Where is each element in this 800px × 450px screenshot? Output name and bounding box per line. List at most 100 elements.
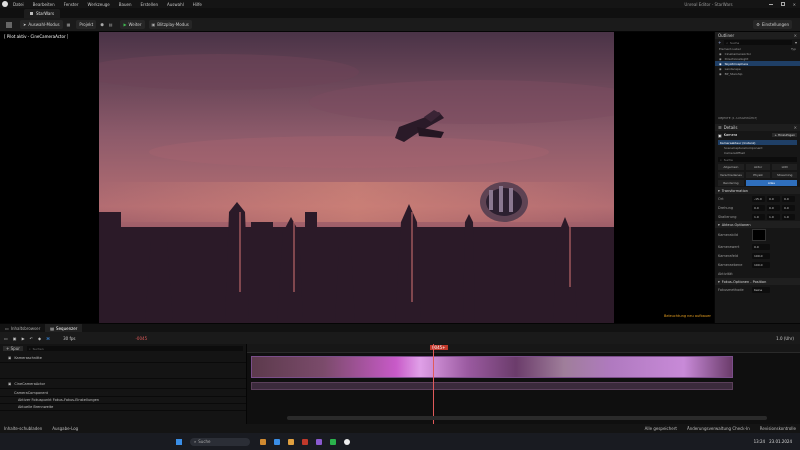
source-control-checkin[interactable]: Änderungsverwaltung Check-In [687, 426, 750, 431]
visibility-icon[interactable]: ◉ [719, 67, 722, 71]
actor-name-field[interactable]: Kamera [724, 133, 773, 137]
level-tab[interactable]: StarWars [24, 8, 61, 18]
menu-item-window[interactable]: Fenster [64, 2, 79, 7]
filter-lod[interactable]: LOD [772, 164, 797, 170]
menu-item-edit[interactable]: Bearbeiten [33, 2, 55, 7]
transform-y[interactable]: 0.0 [767, 195, 780, 202]
filter-physics[interactable]: Physik [745, 172, 771, 178]
visibility-icon[interactable]: ◉ [719, 52, 722, 56]
transform-x[interactable]: 1.0 [752, 213, 765, 220]
outliner-search-input[interactable]: ⌕ Suche [724, 40, 792, 45]
transform-y[interactable]: 0.0 [767, 204, 780, 211]
focus-section-header[interactable]: ▾ Fokus-Optionen - Position [715, 278, 800, 285]
visibility-icon[interactable]: ◉ [719, 72, 722, 76]
outliner-row[interactable]: ◉ BP_Starship [715, 71, 800, 76]
content-drawer-button[interactable]: Inhalte-schubladen [4, 426, 42, 431]
filter-rendering[interactable]: Rendering [718, 180, 744, 186]
prop-value[interactable]: 100.0 [752, 252, 770, 259]
track-row[interactable]: CameraComponent [0, 389, 246, 397]
details-search-input[interactable]: ⌕ Suche [718, 157, 797, 162]
close-icon[interactable]: ✕ [793, 2, 796, 7]
maximize-icon[interactable] [780, 2, 785, 6]
cinematics-icon[interactable]: ▤ [109, 22, 113, 27]
transform-x[interactable]: -15.0 [752, 195, 765, 202]
clock-time[interactable]: 13:24 [754, 439, 766, 444]
prop-value[interactable]: 0.0 [752, 243, 770, 250]
transform-z[interactable]: 0.0 [782, 195, 795, 202]
filter-actor[interactable]: Aktor [745, 164, 771, 170]
transform-z[interactable]: 1.0 [782, 213, 795, 220]
menu-item-create[interactable]: Erstellen [140, 2, 158, 7]
app-icon[interactable] [274, 438, 280, 445]
app-icon[interactable] [302, 438, 308, 445]
content-icon[interactable]: ▦ [67, 22, 71, 27]
outliner-col-type[interactable]: Typ [791, 47, 796, 51]
fps-selector[interactable]: 30 fps [63, 336, 75, 341]
save-icon[interactable] [6, 21, 12, 28]
camera-clip[interactable] [251, 382, 733, 390]
unreal-logo-icon[interactable] [2, 1, 8, 7]
menu-item-build[interactable]: Bauen [119, 2, 132, 7]
frame-out[interactable]: 1.0 (Uhr) [776, 336, 794, 341]
filter-misc[interactable]: Verschiedenes [718, 172, 744, 178]
time-ruler[interactable] [247, 344, 800, 353]
component-row[interactable]: CameraOffset [718, 150, 797, 155]
menu-item-tools[interactable]: Werkzeuge [88, 2, 110, 7]
track-row[interactable]: Aktiver Fokuspunkt Fokus-Fokus-Einstellu… [0, 397, 246, 404]
focus-method-select[interactable]: Keine [752, 286, 770, 293]
simulate-button[interactable]: ▣ Blitzplay-Modus [148, 20, 192, 29]
output-log-button[interactable]: Ausgabe-Log [52, 426, 78, 431]
mode-selector[interactable]: ➤ Auswahl-Modus [20, 20, 63, 29]
viewport-scene[interactable] [99, 32, 614, 323]
add-component-button[interactable]: + Hinzufügen [772, 133, 797, 137]
camera-cut-clip[interactable] [251, 356, 733, 378]
windows-start-icon[interactable] [176, 438, 182, 445]
render-icon[interactable]: ▶ [22, 336, 25, 341]
frame-in[interactable]: -0045 [135, 336, 147, 341]
transform-x[interactable]: 0.0 [752, 204, 765, 211]
menu-item-help[interactable]: Hilfe [193, 2, 202, 7]
project-button[interactable]: Projekt [76, 20, 97, 29]
snap-icon[interactable]: ⌘ [46, 336, 50, 341]
visibility-icon[interactable]: ◉ [719, 62, 722, 66]
camera-add-icon[interactable]: ▣ [13, 336, 17, 341]
timeline-scrollbar[interactable] [287, 416, 767, 420]
filter-general[interactable]: Allgemein [718, 164, 744, 170]
revision-control[interactable]: Revisionskontrolle [760, 426, 796, 431]
transform-section-header[interactable]: ▾ Transformation [715, 187, 800, 194]
filter-all[interactable]: Alles [745, 180, 797, 186]
transform-y[interactable]: 1.0 [767, 213, 780, 220]
level-viewport[interactable]: [ Pilot aktiv - CineCameraActor ] Beleuc… [0, 32, 714, 323]
taskbar-search[interactable]: ⌕ Suche [190, 437, 250, 446]
color-swatch[interactable] [752, 229, 766, 241]
track-row[interactable]: Aktuelle Brennweite [0, 404, 246, 411]
track-search-input[interactable]: ⌕ Suchen [26, 346, 243, 351]
play-button[interactable]: ▶ Weiter [120, 20, 145, 29]
save-sequence-icon[interactable]: ▭ [4, 336, 8, 341]
track-row[interactable]: ▣ Kameraschnitte [0, 353, 246, 363]
settings-button[interactable]: ⚙ Einstellungen [753, 20, 792, 29]
prop-value[interactable]: 100.0 [752, 261, 770, 268]
filter-streaming[interactable]: Streaming [772, 172, 797, 178]
transform-z[interactable]: 0.0 [782, 204, 795, 211]
sequencer-timeline[interactable]: 0045+ [247, 344, 800, 424]
outliner-col-label[interactable]: Element-Label [719, 47, 791, 51]
actor-options-header[interactable]: ▾ Akteur-Optionen [715, 221, 800, 228]
close-outliner-icon[interactable]: ✕ [794, 33, 797, 38]
close-details-icon[interactable]: ✕ [794, 125, 797, 130]
add-track-button[interactable]: + Spur [3, 346, 23, 351]
minimize-icon[interactable] [768, 3, 773, 5]
undo-icon[interactable]: ↶ [30, 336, 33, 341]
blueprint-icon[interactable]: ⬢ [100, 22, 104, 27]
clock-date[interactable]: 23.01.2024 [769, 439, 792, 444]
app-icon[interactable] [330, 438, 336, 445]
menu-item-file[interactable]: Datei [13, 2, 24, 7]
track-row[interactable]: ▣ CineCameraActor [0, 379, 246, 389]
track-row-empty[interactable] [0, 363, 246, 379]
app-icon[interactable] [316, 438, 322, 445]
playhead[interactable] [433, 344, 434, 424]
filter-icon[interactable]: ▾ [795, 40, 797, 45]
menu-item-select[interactable]: Auswahl [167, 2, 184, 7]
visibility-icon[interactable]: ◉ [719, 57, 722, 61]
save-status[interactable]: Alle gespeichert [645, 426, 677, 431]
